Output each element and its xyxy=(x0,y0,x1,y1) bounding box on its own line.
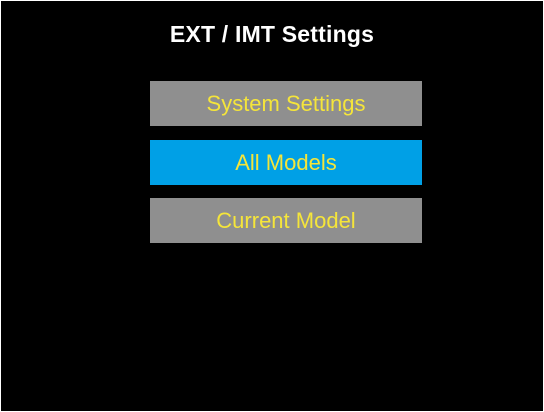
current-model-button[interactable]: Current Model xyxy=(150,198,422,243)
system-settings-button[interactable]: System Settings xyxy=(150,81,422,126)
screen-title: EXT / IMT Settings xyxy=(169,21,375,47)
settings-screen: EXT / IMT Settings System Settings All M… xyxy=(1,1,543,411)
system-settings-label: System Settings xyxy=(206,90,366,116)
current-model-label: Current Model xyxy=(216,207,356,233)
all-models-label: All Models xyxy=(235,149,337,175)
all-models-button[interactable]: All Models xyxy=(150,140,422,185)
